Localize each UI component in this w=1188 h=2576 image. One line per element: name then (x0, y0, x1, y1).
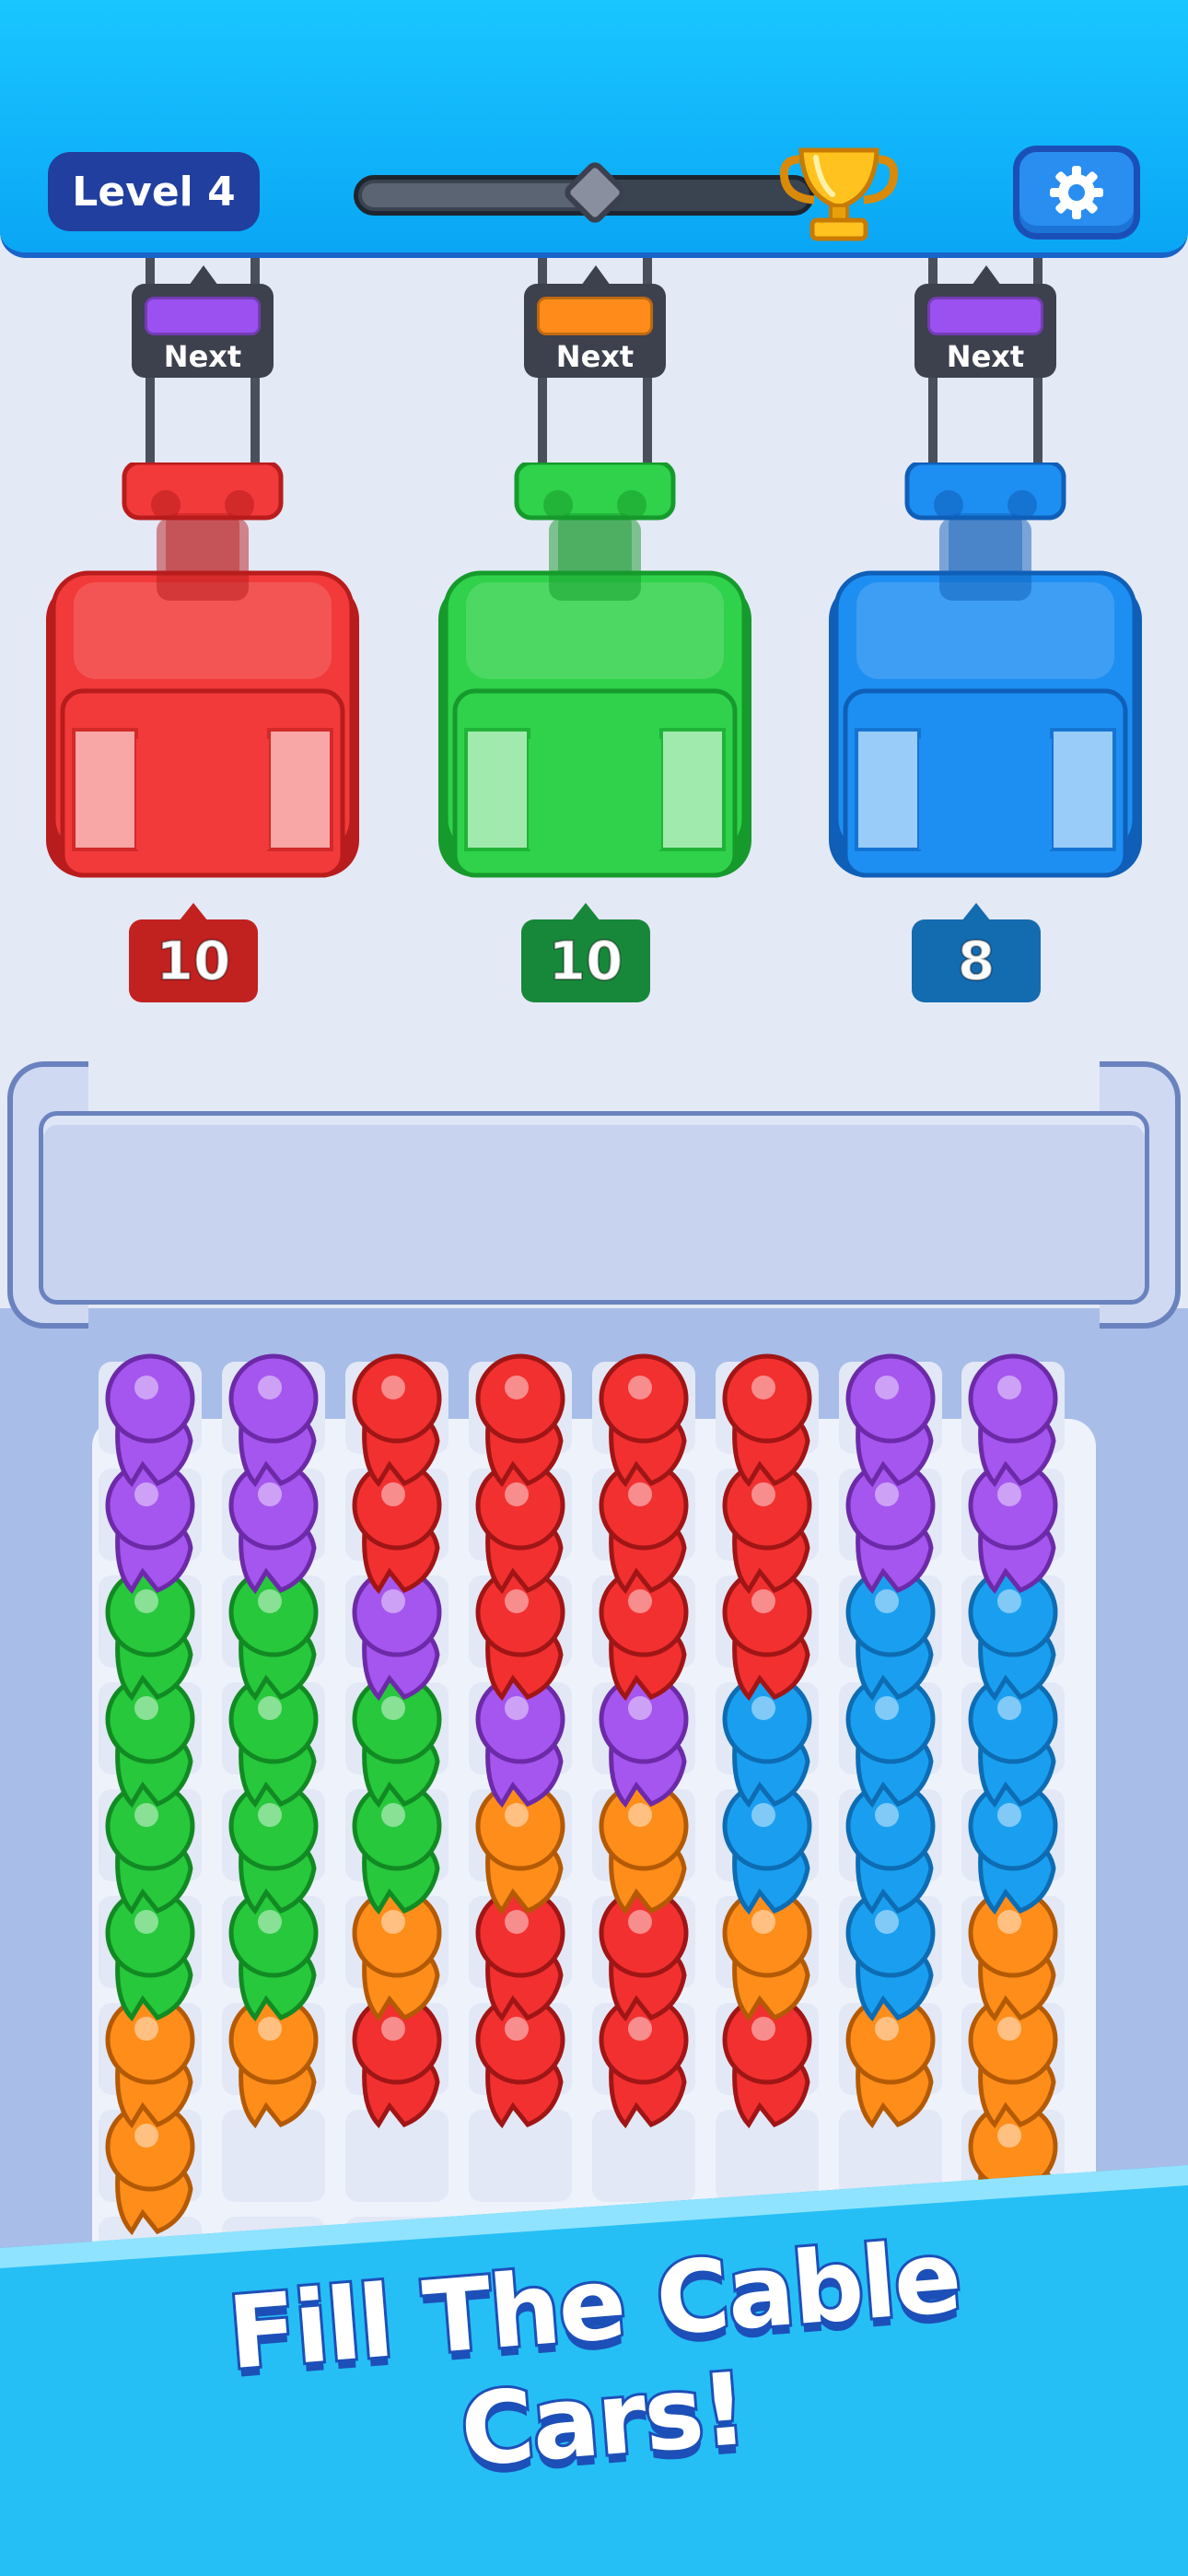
passenger[interactable] (845, 1674, 936, 1809)
gear-icon (1050, 166, 1103, 219)
passenger[interactable] (968, 1674, 1058, 1809)
passenger[interactable] (722, 1353, 812, 1488)
next-indicator: Next (132, 265, 274, 378)
next-indicator: Next (524, 265, 666, 378)
level-label: Level 4 (72, 168, 236, 216)
passenger[interactable] (845, 1888, 936, 2022)
passenger[interactable] (599, 1567, 689, 1702)
cable-car-1[interactable]: Next 10 (28, 258, 378, 1013)
next-label: Next (946, 339, 1025, 374)
level-indicator: Level 4 (48, 152, 260, 231)
progress-marker (561, 158, 629, 227)
capacity-count: 10 (548, 929, 624, 993)
passenger[interactable] (968, 1995, 1058, 2129)
settings-button[interactable] (1013, 146, 1140, 240)
top-bar: Level 4 (0, 0, 1188, 258)
passenger[interactable] (352, 1888, 442, 2022)
passenger[interactable] (105, 1995, 195, 2129)
passenger[interactable] (352, 1674, 442, 1809)
passenger[interactable] (105, 1460, 195, 1595)
passenger[interactable] (228, 1567, 319, 1702)
next-label: Next (163, 339, 242, 374)
passenger[interactable] (475, 1460, 565, 1595)
passenger[interactable] (722, 1995, 812, 2129)
passenger[interactable] (968, 1781, 1058, 1915)
passenger[interactable] (228, 1460, 319, 1595)
passenger[interactable] (352, 1567, 442, 1702)
passenger[interactable] (475, 1567, 565, 1702)
passenger[interactable] (599, 1995, 689, 2129)
passenger[interactable] (968, 1460, 1058, 1595)
passenger[interactable] (352, 1995, 442, 2129)
cable-car-cabin (438, 463, 751, 878)
capacity-count: 8 (957, 929, 996, 993)
passenger[interactable] (722, 1888, 812, 2022)
passenger[interactable] (228, 1353, 319, 1488)
next-color-swatch (145, 297, 261, 335)
passenger[interactable] (968, 1567, 1058, 1702)
passenger[interactable] (352, 1781, 442, 1915)
passenger[interactable] (599, 1460, 689, 1595)
passenger[interactable] (352, 1460, 442, 1595)
boarding-station[interactable] (39, 1111, 1149, 1305)
passenger[interactable] (845, 1781, 936, 1915)
passenger[interactable] (722, 1567, 812, 1702)
passenger[interactable] (845, 1353, 936, 1488)
passenger[interactable] (105, 1781, 195, 1915)
passenger[interactable] (968, 1353, 1058, 1488)
passenger[interactable] (722, 1781, 812, 1915)
passenger[interactable] (599, 1888, 689, 2022)
passenger[interactable] (475, 1781, 565, 1915)
passenger[interactable] (968, 1888, 1058, 2022)
passenger[interactable] (599, 1674, 689, 1809)
passenger[interactable] (475, 1995, 565, 2129)
passenger[interactable] (105, 1353, 195, 1488)
cable-car-cabin (46, 463, 359, 878)
cable-car-capacity: 8 (912, 903, 1041, 1002)
passenger[interactable] (599, 1781, 689, 1915)
cable-car-2[interactable]: Next 10 (420, 258, 770, 1013)
passenger[interactable] (105, 1567, 195, 1702)
passenger[interactable] (105, 1674, 195, 1809)
next-indicator: Next (914, 265, 1056, 378)
capacity-count: 10 (156, 929, 232, 993)
passenger[interactable] (228, 1674, 319, 1809)
cable-car-3[interactable]: Next 8 (810, 258, 1160, 1013)
passenger[interactable] (722, 1460, 812, 1595)
next-color-swatch (537, 297, 653, 335)
passenger[interactable] (845, 1995, 936, 2129)
passenger[interactable] (845, 1567, 936, 1702)
passenger[interactable] (475, 1353, 565, 1488)
passenger[interactable] (105, 1888, 195, 2022)
cable-car-cabin (829, 463, 1142, 878)
passenger[interactable] (475, 1888, 565, 2022)
next-label: Next (555, 339, 635, 374)
passenger[interactable] (599, 1353, 689, 1488)
passenger[interactable] (228, 1888, 319, 2022)
passenger[interactable] (352, 1353, 442, 1488)
passenger[interactable] (228, 1781, 319, 1915)
cable-car-capacity: 10 (129, 903, 258, 1002)
passenger[interactable] (475, 1674, 565, 1809)
passenger[interactable] (228, 1995, 319, 2129)
passenger[interactable] (845, 1460, 936, 1595)
next-color-swatch (927, 297, 1043, 335)
trophy-icon (779, 147, 899, 241)
cable-car-capacity: 10 (521, 903, 650, 1002)
passenger[interactable] (722, 1674, 812, 1809)
